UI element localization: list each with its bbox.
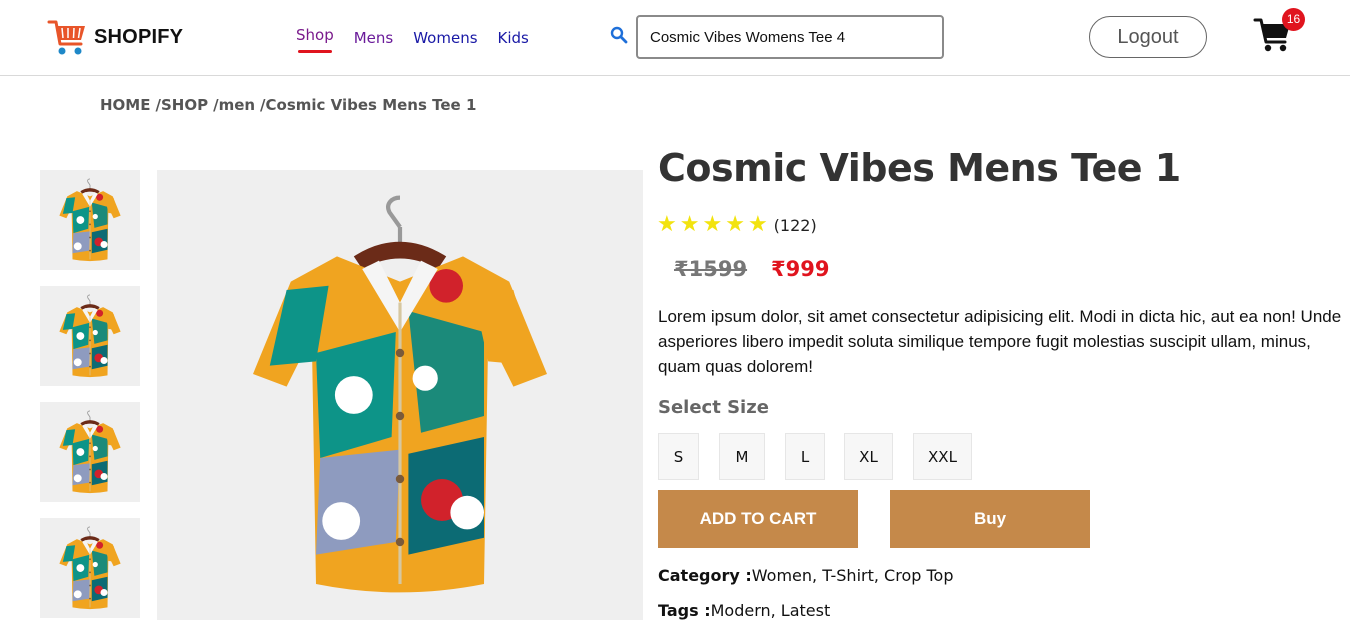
shirt-thumbnail-image	[58, 526, 122, 610]
brand[interactable]: SHOPIFY	[47, 16, 183, 58]
brand-name: SHOPIFY	[94, 25, 184, 48]
breadcrumb-category[interactable]: men	[219, 96, 255, 114]
breadcrumb: HOME/SHOP/men/Cosmic Vibes Mens Tee 1	[100, 96, 476, 114]
product-category: Category :Women, T-Shirt, Crop Top	[658, 566, 953, 585]
product-rating: ★ ★ ★ ★ ★ (122)	[657, 213, 817, 237]
product-description: Lorem ipsum dolor, sit amet consectetur …	[658, 307, 1342, 376]
size-heading: Select Size	[658, 397, 769, 418]
sale-price: ₹999	[771, 257, 830, 281]
size-option-l[interactable]: L	[785, 433, 825, 480]
product-title: Cosmic Vibes Mens Tee 1	[658, 146, 1181, 190]
nav-mens[interactable]: Mens	[354, 28, 394, 48]
buy-button[interactable]: Buy	[890, 490, 1090, 548]
logout-button[interactable]: Logout	[1089, 16, 1207, 58]
main-nav: Shop Mens Womens Kids	[296, 25, 549, 53]
product-thumbnail[interactable]	[40, 402, 140, 502]
star-icon: ★	[679, 212, 700, 237]
nav-kids[interactable]: Kids	[498, 28, 529, 48]
search-icon[interactable]	[610, 26, 628, 44]
shirt-thumbnail-image	[58, 294, 122, 378]
star-icon: ★	[725, 212, 745, 237]
cart-count-badge: 16	[1282, 8, 1305, 31]
breadcrumb-current: Cosmic Vibes Mens Tee 1	[265, 96, 477, 114]
main-product-image	[157, 170, 643, 620]
star-icon: ★	[657, 212, 677, 237]
nav-womens[interactable]: Womens	[413, 28, 477, 48]
breadcrumb-shop[interactable]: SHOP	[161, 96, 208, 114]
size-option-m[interactable]: M	[719, 433, 765, 480]
nav-shop[interactable]: Shop	[296, 25, 334, 53]
search-input[interactable]	[636, 15, 944, 59]
size-option-xxl[interactable]: XXL	[913, 433, 972, 480]
star-icon: ★	[702, 212, 723, 237]
tags-value: Modern, Latest	[710, 601, 831, 620]
review-count: (122)	[773, 215, 817, 235]
product-thumbnail[interactable]	[40, 518, 140, 618]
star-icon: ★	[747, 212, 768, 237]
breadcrumb-home[interactable]: HOME	[100, 96, 150, 114]
size-option-s[interactable]: S	[658, 433, 699, 480]
category-value: Women, T-Shirt, Crop Top	[751, 566, 954, 585]
product-thumbnail[interactable]	[40, 170, 140, 270]
shirt-thumbnail-image	[58, 410, 122, 494]
add-to-cart-button[interactable]: ADD TO CART	[658, 490, 858, 548]
tags-label: Tags :	[658, 601, 711, 620]
size-option-xl[interactable]: XL	[844, 433, 893, 480]
shirt-main-image	[230, 185, 570, 605]
category-label: Category :	[658, 566, 752, 585]
shopping-cart-logo-icon	[47, 20, 85, 55]
thumbnail-list	[40, 170, 140, 634]
shirt-thumbnail-image	[58, 178, 122, 262]
product-tags: Tags :Modern, Latest	[658, 601, 830, 620]
product-thumbnail[interactable]	[40, 286, 140, 386]
original-price: ₹1599	[674, 257, 748, 281]
top-navbar: SHOPIFY Shop Mens Womens Kids Logout 16	[0, 0, 1350, 76]
